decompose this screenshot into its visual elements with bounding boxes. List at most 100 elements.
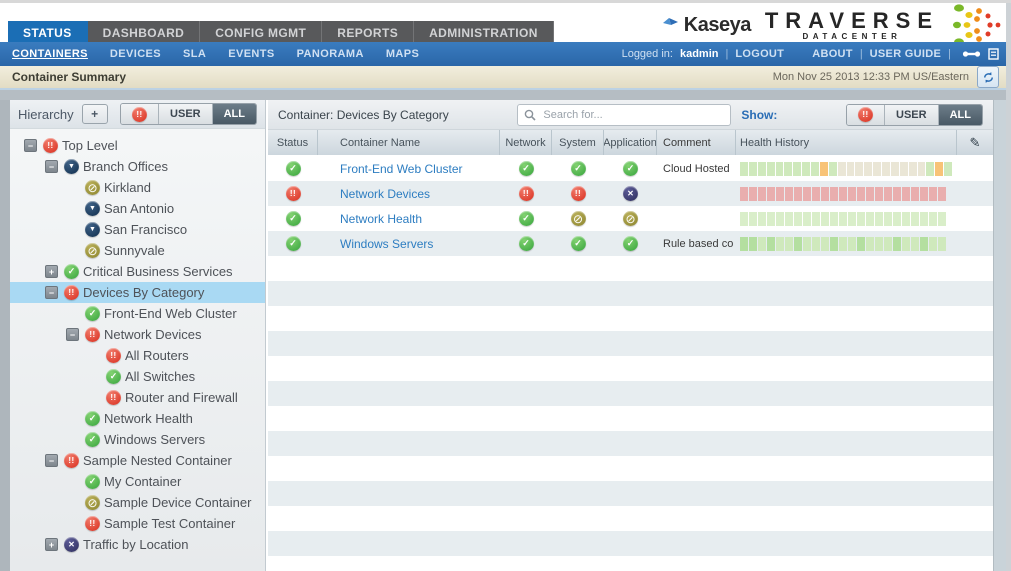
column-header-health-history[interactable]: Health History	[736, 130, 957, 155]
column-header-system[interactable]: System	[552, 130, 604, 155]
health-segment	[829, 162, 837, 176]
expand-toggle-icon[interactable]: +	[45, 265, 58, 278]
column-header-network[interactable]: Network	[500, 130, 552, 155]
table-filter-critical-button[interactable]: !!	[847, 105, 885, 125]
health-segment	[767, 187, 775, 201]
edit-pencil-icon[interactable]: ✎	[970, 135, 981, 151]
health-segment	[758, 237, 766, 251]
traverse-logo: TRAVERSE DATACENTER	[765, 10, 939, 41]
empty-table-row	[268, 531, 993, 556]
tree-item-label: Windows Servers	[104, 432, 205, 447]
collapse-toggle-icon[interactable]: −	[24, 139, 37, 152]
nav-item-panorama[interactable]: PANORAMA	[297, 48, 364, 60]
tree-item-devices-by-category[interactable]: −!!Devices By Category	[10, 282, 265, 303]
health-segment	[866, 237, 874, 251]
ok-status-icon: ✓	[85, 432, 100, 447]
tree-item-label: Devices By Category	[83, 285, 204, 300]
hierarchy-filter-all-button[interactable]: ALL	[213, 104, 256, 124]
tree-item-san-francisco[interactable]: ▼San Francisco	[10, 219, 265, 240]
logged-in-label: Logged in:	[622, 48, 673, 60]
tree-item-windows-servers[interactable]: ✓ Windows Servers	[10, 429, 265, 450]
empty-table-row	[268, 331, 993, 356]
logout-link[interactable]: LOGOUT	[735, 48, 784, 60]
refresh-button[interactable]	[977, 66, 999, 88]
tree-item-network-health[interactable]: ✓Network Health	[10, 408, 265, 429]
expand-toggle-icon[interactable]: +	[45, 538, 58, 551]
tree-item-sample-device-container[interactable]: ⊘Sample Device Container	[10, 492, 265, 513]
nav-item-events[interactable]: EVENTS	[228, 48, 274, 60]
edit-cell	[957, 156, 993, 181]
health-segment	[944, 162, 952, 176]
column-header-container-name[interactable]: Container Name	[318, 130, 500, 155]
table-toolbar: Container: Devices By Category Show: !!U…	[268, 100, 993, 130]
tree-item-traffic-by-location[interactable]: +✕Traffic by Location	[10, 534, 265, 555]
tree-item-my-container[interactable]: ✓My Container	[10, 471, 265, 492]
hierarchy-filter-user-button[interactable]: USER	[159, 104, 213, 124]
health-segment	[758, 187, 766, 201]
tree-item-branch-offices[interactable]: −▼Branch Offices	[10, 156, 265, 177]
tree-item-kirkland[interactable]: ⊘Kirkland	[10, 177, 265, 198]
nav-item-maps[interactable]: MAPS	[386, 48, 419, 60]
collapse-toggle-icon[interactable]: −	[66, 328, 79, 341]
suspended-status-icon: ▼	[85, 201, 100, 216]
health-segment	[848, 187, 856, 201]
document-icon[interactable]	[988, 48, 999, 60]
comment-cell: Rule based co	[657, 231, 736, 256]
collapse-toggle-icon[interactable]: −	[45, 454, 58, 467]
container-link[interactable]: Front-End Web Cluster	[340, 162, 463, 176]
container-link[interactable]: Network Devices	[340, 187, 430, 201]
add-container-button[interactable]: +	[82, 104, 108, 124]
status-cell: ✓	[268, 231, 318, 256]
tree-item-sunnyvale[interactable]: ⊘Sunnyvale	[10, 240, 265, 261]
table-filter-all-button[interactable]: ALL	[939, 105, 982, 125]
health-segment	[875, 237, 883, 251]
critical-status-icon: !!	[85, 516, 100, 531]
ok-status-icon: ✓	[286, 236, 301, 251]
hierarchy-filter-critical-button[interactable]: !!	[121, 104, 159, 124]
column-header-edit[interactable]: ✎	[957, 130, 993, 155]
tree-item-san-antonio[interactable]: ▼San Antonio	[10, 198, 265, 219]
tree-item-critical-business-services[interactable]: +✓Critical Business Services	[10, 261, 265, 282]
ok-status-icon: ✓	[571, 161, 586, 176]
health-segment	[848, 212, 856, 226]
tree-item-network-devices[interactable]: −!!Network Devices	[10, 324, 265, 345]
health-segment	[938, 237, 946, 251]
column-header-status[interactable]: Status	[268, 130, 318, 155]
kaseya-logo: Kaseya	[658, 14, 751, 37]
container-link[interactable]: Windows Servers	[340, 237, 433, 251]
column-header-application[interactable]: Application	[604, 130, 657, 155]
health-segment	[900, 162, 908, 176]
nav-item-sla[interactable]: SLA	[183, 48, 206, 60]
nav-item-devices[interactable]: DEVICES	[110, 48, 161, 60]
key-icon[interactable]	[962, 49, 982, 59]
collapse-toggle-icon[interactable]: −	[45, 286, 58, 299]
tree-item-router-and-firewall[interactable]: !!Router and Firewall	[10, 387, 265, 408]
health-history-cell	[736, 206, 957, 231]
ok-status-icon: ✓	[623, 236, 638, 251]
tree-item-all-switches[interactable]: ✓All Switches	[10, 366, 265, 387]
table-scrollbar[interactable]	[993, 100, 1006, 571]
empty-table-row	[268, 281, 993, 306]
health-segment	[821, 212, 829, 226]
ok-status-icon: ✓	[85, 474, 100, 489]
system-status-cell: ✓	[552, 156, 604, 181]
tree-item-front-end-web-cluster[interactable]: ✓Front-End Web Cluster	[10, 303, 265, 324]
container-link[interactable]: Network Health	[340, 212, 422, 226]
column-header-comment[interactable]: Comment	[657, 130, 736, 155]
about-link[interactable]: ABOUT	[812, 48, 853, 60]
user-guide-link[interactable]: USER GUIDE	[870, 48, 941, 60]
search-input[interactable]	[541, 108, 724, 122]
tree-item-all-routers[interactable]: !!All Routers	[10, 345, 265, 366]
health-segment	[803, 212, 811, 226]
table-row-front-end-web-cluster: ✓Front-End Web Cluster✓✓✓Cloud Hosted	[268, 156, 993, 181]
tree-item-sample-test-container[interactable]: !!Sample Test Container	[10, 513, 265, 534]
summary-bar: Container Summary Mon Nov 25 2013 12:33 …	[0, 66, 1011, 90]
tree-item-top-level[interactable]: −!!Top Level	[10, 135, 265, 156]
nav-item-containers[interactable]: CONTAINERS	[12, 48, 88, 60]
table-filter-user-button[interactable]: USER	[885, 105, 939, 125]
search-box	[517, 104, 731, 126]
tree-item-sample-nested-container[interactable]: −!!Sample Nested Container	[10, 450, 265, 471]
brand-area: Kaseya TRAVERSE DATACENTER	[658, 5, 1001, 45]
health-history-cell	[736, 156, 957, 181]
collapse-toggle-icon[interactable]: −	[45, 160, 58, 173]
